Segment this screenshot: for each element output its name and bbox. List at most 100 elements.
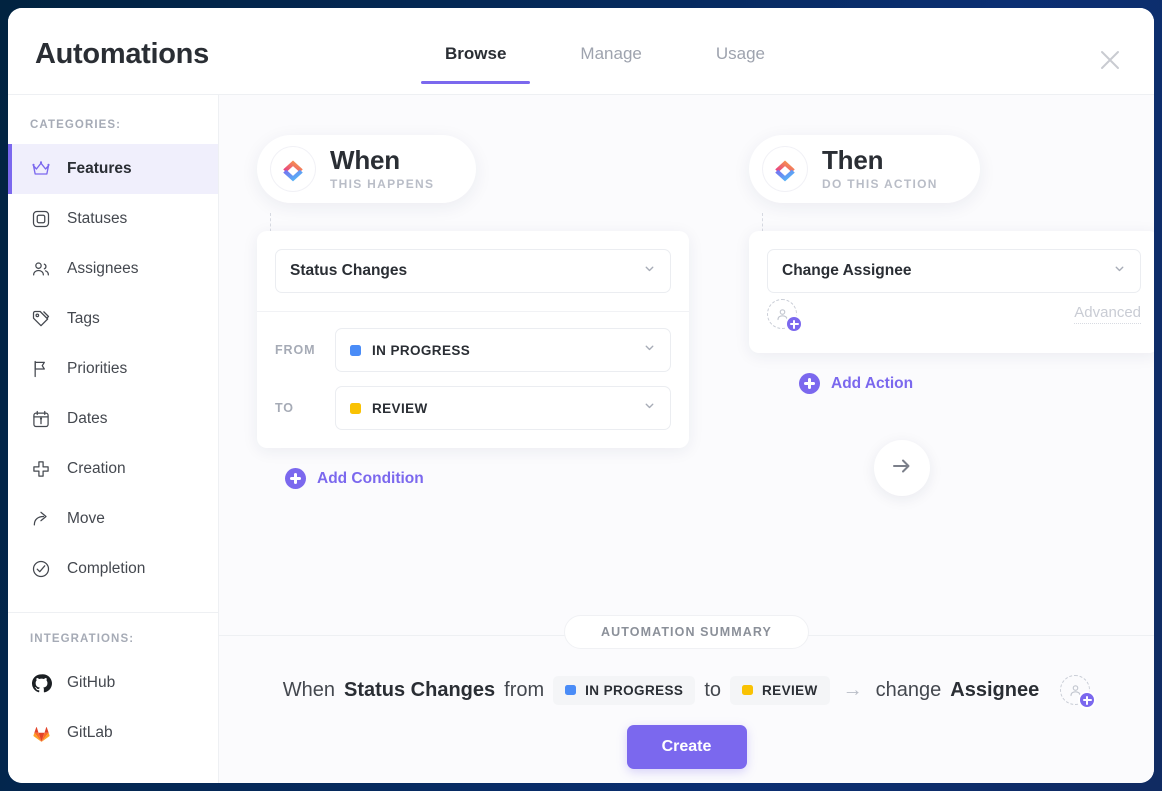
status-color-swatch (742, 685, 754, 695)
from-row: FROM IN PROGRESS (275, 328, 671, 372)
to-status-select[interactable]: REVIEW (335, 386, 671, 430)
sidebar-item-label: Dates (67, 410, 108, 427)
close-icon[interactable] (1094, 44, 1126, 76)
status-color-swatch (565, 685, 577, 695)
add-condition-label: Add Condition (317, 469, 424, 487)
advanced-link[interactable]: Advanced (1074, 304, 1141, 324)
sidebar-item-label: GitHub (67, 674, 116, 691)
sidebar-item-dates[interactable]: Dates (8, 394, 218, 444)
summary-from-chip: IN PROGRESS (553, 675, 696, 705)
sidebar-item-label: Creation (67, 460, 126, 477)
sidebar-item-priorities[interactable]: Priorities (8, 344, 218, 394)
tab-bar: Browse Manage Usage (408, 44, 802, 84)
sidebar-item-assignees[interactable]: Assignees (8, 244, 218, 294)
modal-header: Automations Browse Manage Usage (8, 8, 1154, 95)
add-assignee-avatar[interactable] (767, 299, 803, 333)
action-select[interactable]: Change Assignee (767, 249, 1141, 293)
automations-modal: Automations Browse Manage Usage CATEGORI… (8, 8, 1154, 783)
summary-action-word: change (875, 678, 942, 701)
then-column: Then DO THIS ACTION Change Assignee Adva… (689, 135, 1154, 605)
tag-icon (30, 308, 52, 330)
sidebar-item-label: Assignees (67, 260, 139, 277)
sidebar-item-tags[interactable]: Tags (8, 294, 218, 344)
then-title: Then (822, 145, 884, 176)
from-status-select[interactable]: IN PROGRESS (335, 328, 671, 372)
to-label: TO (275, 401, 294, 415)
plus-icon (1078, 691, 1097, 709)
arrow-right-icon (890, 454, 914, 483)
modal-body: CATEGORIES: Features Statuses Assignees … (8, 95, 1154, 783)
sidebar-item-label: Features (67, 160, 132, 177)
app-background: Automations Browse Manage Usage CATEGORI… (0, 0, 1162, 791)
summary-to-chip: REVIEW (730, 675, 830, 705)
github-icon (30, 672, 52, 694)
crown-icon (30, 158, 52, 180)
then-step-text: Then DO THIS ACTION (822, 145, 938, 191)
when-column: When THIS HAPPENS Status Changes FROM IN… (219, 135, 689, 605)
action-select-value: Change Assignee (782, 262, 912, 279)
from-label: FROM (275, 343, 316, 357)
check-circle-icon (30, 558, 52, 580)
chevron-down-icon (1113, 262, 1126, 280)
clickup-logo-icon (271, 147, 315, 191)
summary-to-status: REVIEW (762, 682, 818, 698)
summary-add-assignee-avatar[interactable] (1060, 675, 1097, 709)
page-title: Automations (35, 38, 209, 70)
add-action-label: Add Action (831, 374, 914, 392)
add-action-button[interactable]: Add Action (799, 373, 913, 394)
automation-builder: When THIS HAPPENS Status Changes FROM IN… (219, 95, 1154, 605)
summary-sentence: When Status Changes from IN PROGRESS to … (219, 675, 1154, 709)
chevron-down-icon (643, 399, 656, 417)
calendar-icon (30, 408, 52, 430)
gitlab-icon (30, 722, 52, 744)
sidebar-categories-heading: CATEGORIES: (30, 119, 122, 131)
users-icon (30, 258, 52, 280)
when-card: Status Changes FROM IN PROGRESS TO REVIE… (257, 231, 689, 448)
status-color-swatch (350, 344, 361, 356)
sidebar-item-github[interactable]: GitHub (8, 658, 218, 708)
sidebar-item-gitlab[interactable]: GitLab (8, 708, 218, 758)
when-trigger-section: Status Changes (257, 231, 689, 311)
sidebar-item-move[interactable]: Move (8, 494, 218, 544)
plus-icon (30, 458, 52, 480)
arrow-forward-icon (30, 508, 52, 530)
sidebar-item-completion[interactable]: Completion (8, 544, 218, 594)
when-step-header: When THIS HAPPENS (257, 135, 477, 203)
when-subtitle: THIS HAPPENS (330, 176, 435, 191)
tab-browse[interactable]: Browse (408, 44, 543, 84)
summary-to-word: to (704, 678, 722, 701)
when-conditions-section: FROM IN PROGRESS TO REVIEW (257, 312, 689, 448)
sidebar-item-label: Tags (67, 310, 100, 327)
sidebar-item-label: GitLab (67, 724, 113, 741)
flow-arrow-button[interactable] (874, 440, 930, 496)
summary-from-word: from (504, 678, 545, 701)
tab-usage[interactable]: Usage (679, 44, 802, 84)
sidebar-item-statuses[interactable]: Statuses (8, 194, 218, 244)
summary-action-target: Assignee (950, 678, 1040, 701)
sidebar-item-label: Move (67, 510, 105, 527)
plus-icon (285, 468, 306, 489)
sidebar-item-creation[interactable]: Creation (8, 444, 218, 494)
tab-manage[interactable]: Manage (543, 44, 678, 84)
trigger-select[interactable]: Status Changes (275, 249, 671, 293)
sidebar-item-label: Priorities (67, 360, 128, 377)
flag-icon (30, 358, 52, 380)
add-condition-button[interactable]: Add Condition (285, 468, 424, 489)
chevron-down-icon (643, 341, 656, 359)
automation-summary: AUTOMATION SUMMARY When Status Changes f… (219, 605, 1154, 783)
plus-icon (799, 373, 820, 394)
chevron-down-icon (643, 262, 656, 280)
to-row: TO REVIEW (275, 386, 671, 430)
footer-actions: Create (219, 725, 1154, 769)
then-step-header: Then DO THIS ACTION (749, 135, 980, 203)
sidebar-item-features[interactable]: Features (8, 144, 218, 194)
sidebar-integrations-heading: INTEGRATIONS: (30, 633, 135, 645)
sidebar-item-label: Completion (67, 560, 146, 577)
then-subtitle: DO THIS ACTION (822, 176, 938, 191)
trigger-select-value: Status Changes (290, 262, 408, 279)
create-button[interactable]: Create (626, 725, 747, 769)
sidebar: CATEGORIES: Features Statuses Assignees … (8, 95, 219, 783)
summary-trigger: Status Changes (344, 678, 496, 701)
summary-pill: AUTOMATION SUMMARY (564, 615, 809, 649)
summary-from-status: IN PROGRESS (585, 682, 684, 698)
